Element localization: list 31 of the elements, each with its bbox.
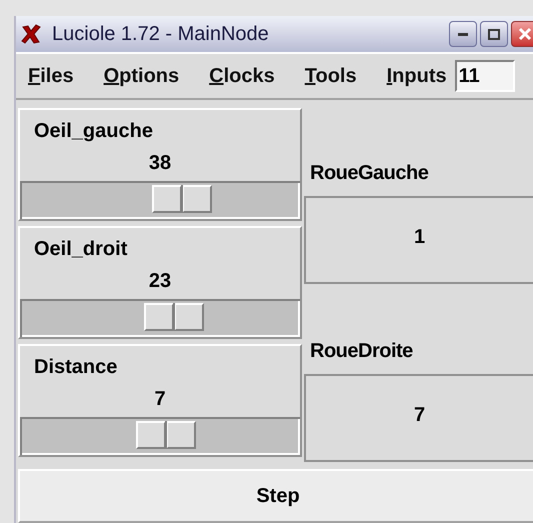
menu-item[interactable]: Options [104,61,180,92]
minimize-button[interactable] [449,21,477,48]
step-button[interactable]: Step [18,469,533,523]
slider-thumb[interactable] [136,421,196,449]
window-title: Luciole 1.72 - MainNode [52,22,269,48]
input-field[interactable]: 11 [454,60,515,92]
output-name: RoueGauche [309,161,428,186]
close-x-icon [20,23,42,46]
output-value: 1 [304,196,533,284]
menu-item[interactable]: Files [28,61,74,92]
input-name: Distance [33,355,118,380]
close-icon [518,27,532,42]
output-name: RoueDroite [309,339,413,364]
close-button[interactable] [511,21,533,48]
menu-item[interactable]: Inputs [386,61,447,92]
slider-grip[interactable] [181,185,184,213]
output-value: 7 [304,374,533,462]
slider-thumb[interactable] [152,185,212,213]
slider-track[interactable] [20,181,300,219]
input-value: 23 [148,269,172,294]
menu-item[interactable]: Clocks [209,61,275,92]
slider-track[interactable] [20,299,300,337]
menu-item[interactable]: Tools [304,61,357,92]
slider-track[interactable] [20,417,300,455]
maximize-button[interactable] [480,21,508,48]
slider-grip[interactable] [164,421,167,449]
input-name: Oeil_gauche [33,119,153,144]
input-value: 38 [148,151,172,176]
input-value: 7 [154,387,166,412]
input-name: Oeil_droit [33,237,128,262]
slider-thumb[interactable] [144,303,204,331]
